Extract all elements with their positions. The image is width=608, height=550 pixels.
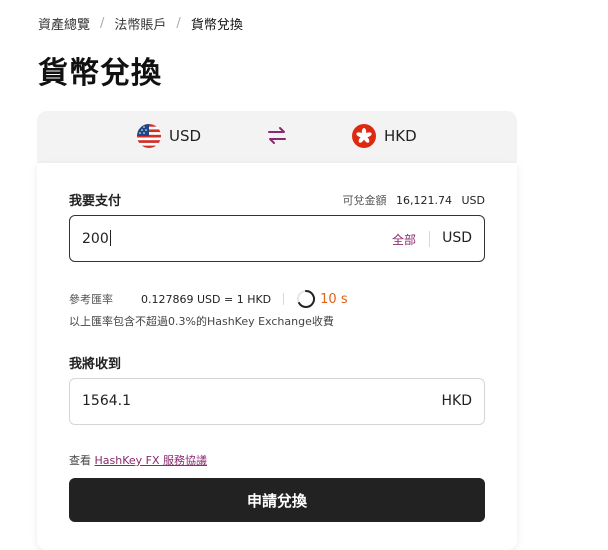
page-title: 貨幣兌換	[38, 56, 162, 91]
breadcrumb-separator: /	[176, 16, 181, 31]
breadcrumb-item-currency-exchange: 貨幣兌換	[190, 18, 243, 33]
swap-arrows-icon[interactable]	[267, 125, 287, 147]
exchange-form-card: 我要支付 可兌金額 16,121.74 USD 200 全部 USD 參考匯率 …	[37, 163, 517, 550]
rate-value: 0.127869 USD = 1 HKD	[141, 292, 272, 306]
rate-divider	[283, 293, 285, 305]
max-all-button[interactable]: 全部	[392, 231, 416, 248]
terms-link[interactable]: HashKey FX 服務協議	[95, 454, 208, 467]
rate-countdown: 10 s	[320, 291, 348, 307]
rate-label: 參考匯率	[69, 293, 113, 306]
rate-note: 以上匯率包含不超過0.3%的HashKey Exchange收費	[69, 315, 334, 328]
receive-amount-input[interactable]: 1564.1 HKD	[69, 378, 485, 425]
available-currency: USD	[461, 194, 485, 207]
us-flag-icon	[137, 124, 161, 148]
countdown-spinner-icon	[297, 290, 316, 308]
pay-amount-value: 200	[82, 230, 111, 247]
input-divider	[429, 231, 430, 247]
breadcrumb-item-asset-overview[interactable]: 資產總覽	[38, 14, 90, 33]
receive-amount-value: 1564.1	[82, 393, 131, 409]
receive-currency-unit: HKD	[441, 393, 473, 409]
breadcrumb: 資產總覽 / 法幣賬戶 / 貨幣兌換	[38, 14, 243, 33]
available-balance: 可兌金額 16,121.74 USD	[343, 192, 486, 208]
terms-prefix: 查看	[69, 454, 95, 467]
terms-text: 查看 HashKey FX 服務協議	[69, 452, 207, 468]
currency-pair-bar: USD HKD	[37, 111, 517, 163]
pay-amount-input[interactable]: 200 全部 USD	[69, 215, 485, 262]
receive-label: 我將收到	[69, 357, 122, 372]
from-currency[interactable]: USD	[137, 124, 201, 148]
to-currency[interactable]: HKD	[352, 124, 417, 148]
submit-exchange-button[interactable]: 申請兌換	[69, 478, 485, 522]
pay-label: 我要支付	[69, 194, 122, 209]
from-currency-code: USD	[169, 127, 202, 145]
hk-flag-icon	[352, 124, 376, 148]
breadcrumb-separator: /	[100, 16, 105, 31]
text-caret	[109, 230, 111, 246]
to-currency-code: HKD	[384, 127, 417, 145]
breadcrumb-item-fiat-account[interactable]: 法幣賬戶	[114, 14, 166, 33]
pay-currency-unit: USD	[442, 230, 472, 246]
reference-rate-row: 參考匯率 0.127869 USD = 1 HKD 10 s	[69, 289, 348, 309]
available-amount: 16,121.74	[396, 194, 452, 207]
available-label: 可兌金額	[342, 194, 387, 207]
